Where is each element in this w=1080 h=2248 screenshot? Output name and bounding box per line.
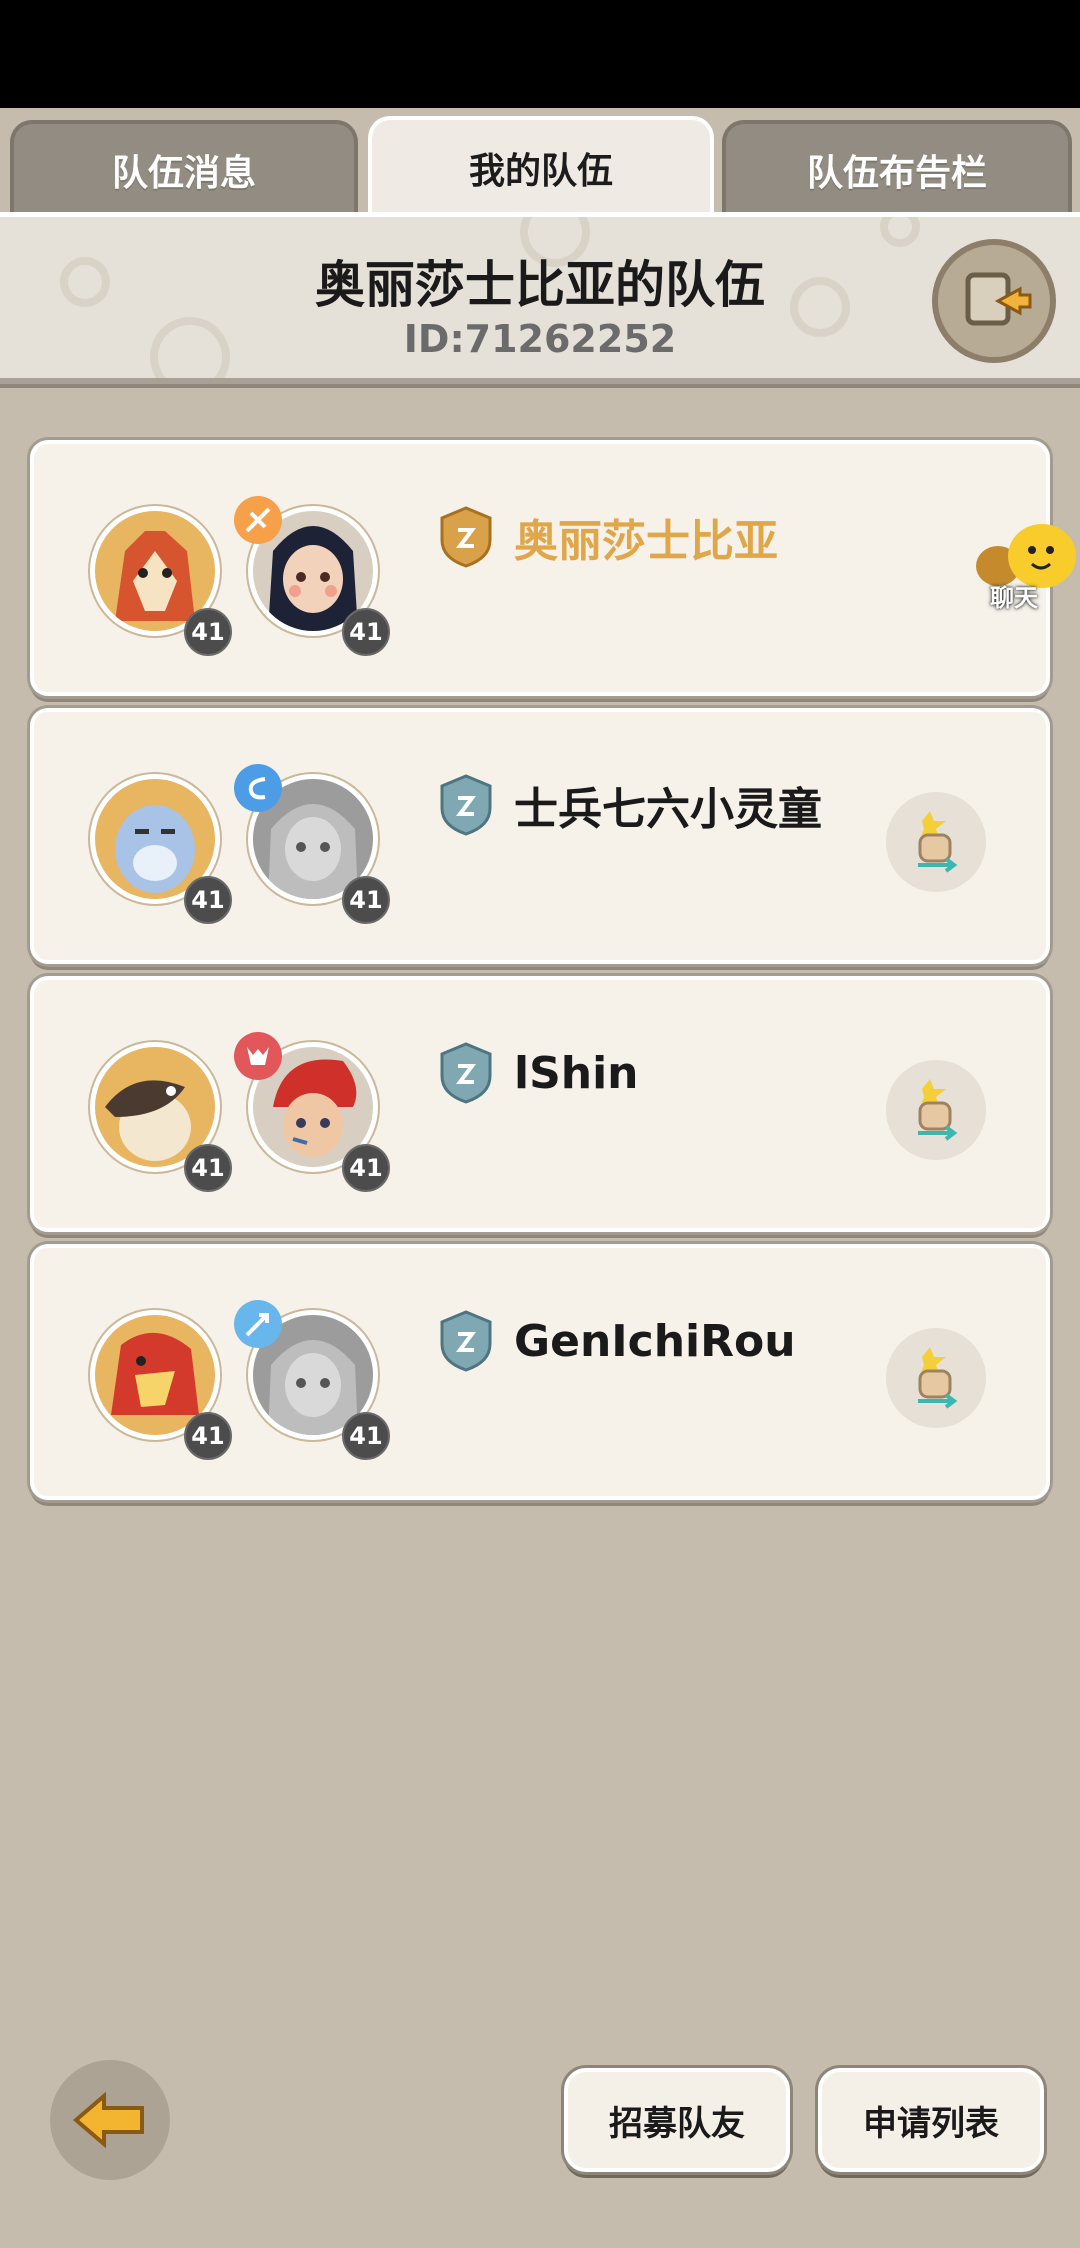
fire-element-icon — [234, 496, 282, 544]
member-name: 士兵七六小灵童 — [514, 784, 822, 835]
tab-my-team[interactable]: 我的队伍 — [368, 116, 714, 215]
leave-team-button[interactable] — [932, 239, 1056, 363]
character-level-badge: 41 — [342, 1144, 390, 1192]
member-card[interactable]: 41 41 士兵七六小灵童 — [30, 708, 1050, 964]
member-name: GenIchiRou — [514, 1315, 796, 1367]
tab-team-messages[interactable]: 队伍消息 — [10, 120, 358, 215]
character-level-badge: 41 — [342, 608, 390, 656]
pet-level-badge: 41 — [184, 876, 232, 924]
member-shield-icon — [440, 774, 492, 836]
transfer-leader-button[interactable] — [886, 1060, 986, 1160]
character-level-badge: 41 — [342, 1412, 390, 1460]
recruit-teammates-button[interactable]: 招募队友 — [564, 2068, 790, 2172]
transfer-leader-button[interactable] — [886, 1328, 986, 1428]
demon-element-icon — [234, 1032, 282, 1080]
team-id: ID:71262252 — [403, 317, 677, 361]
hand-swap-icon — [918, 811, 958, 873]
tab-team-bulletin[interactable]: 队伍布告栏 — [722, 120, 1072, 215]
status-bar — [0, 0, 1080, 108]
member-shield-icon — [440, 1310, 492, 1372]
member-name: lShin — [514, 1047, 639, 1099]
hand-swap-icon — [918, 1347, 958, 1409]
back-button[interactable] — [50, 2060, 170, 2180]
member-shield-icon — [440, 1042, 492, 1104]
member-name: 奥丽莎士比亚 — [514, 516, 778, 567]
hand-swap-icon — [918, 1079, 958, 1141]
transfer-leader-button[interactable] — [886, 792, 986, 892]
application-list-button[interactable]: 申请列表 — [818, 2068, 1044, 2172]
team-title: 奥丽莎士比亚的队伍 — [315, 256, 765, 314]
ice-element-icon — [234, 1300, 282, 1348]
tab-bar: 队伍消息 我的队伍 队伍布告栏 — [0, 108, 1080, 215]
exit-door-icon — [965, 272, 1032, 326]
member-card[interactable]: 41 41 lShin — [30, 976, 1050, 1232]
character-level-badge: 41 — [342, 876, 390, 924]
pet-level-badge: 41 — [184, 1412, 232, 1460]
chat-label: 聊天 — [990, 584, 1038, 612]
leader-shield-icon — [440, 506, 492, 568]
member-card[interactable]: 41 41 GenIchiRou — [30, 1244, 1050, 1500]
team-header: 奥丽莎士比亚的队伍 ID:71262252 — [0, 212, 1080, 384]
pet-level-badge: 41 — [184, 1144, 232, 1192]
back-arrow-icon — [72, 2091, 144, 2149]
pet-level-badge: 41 — [184, 608, 232, 656]
member-card[interactable]: 41 41 奥丽莎士比亚 — [30, 440, 1050, 696]
water-element-icon — [234, 764, 282, 812]
